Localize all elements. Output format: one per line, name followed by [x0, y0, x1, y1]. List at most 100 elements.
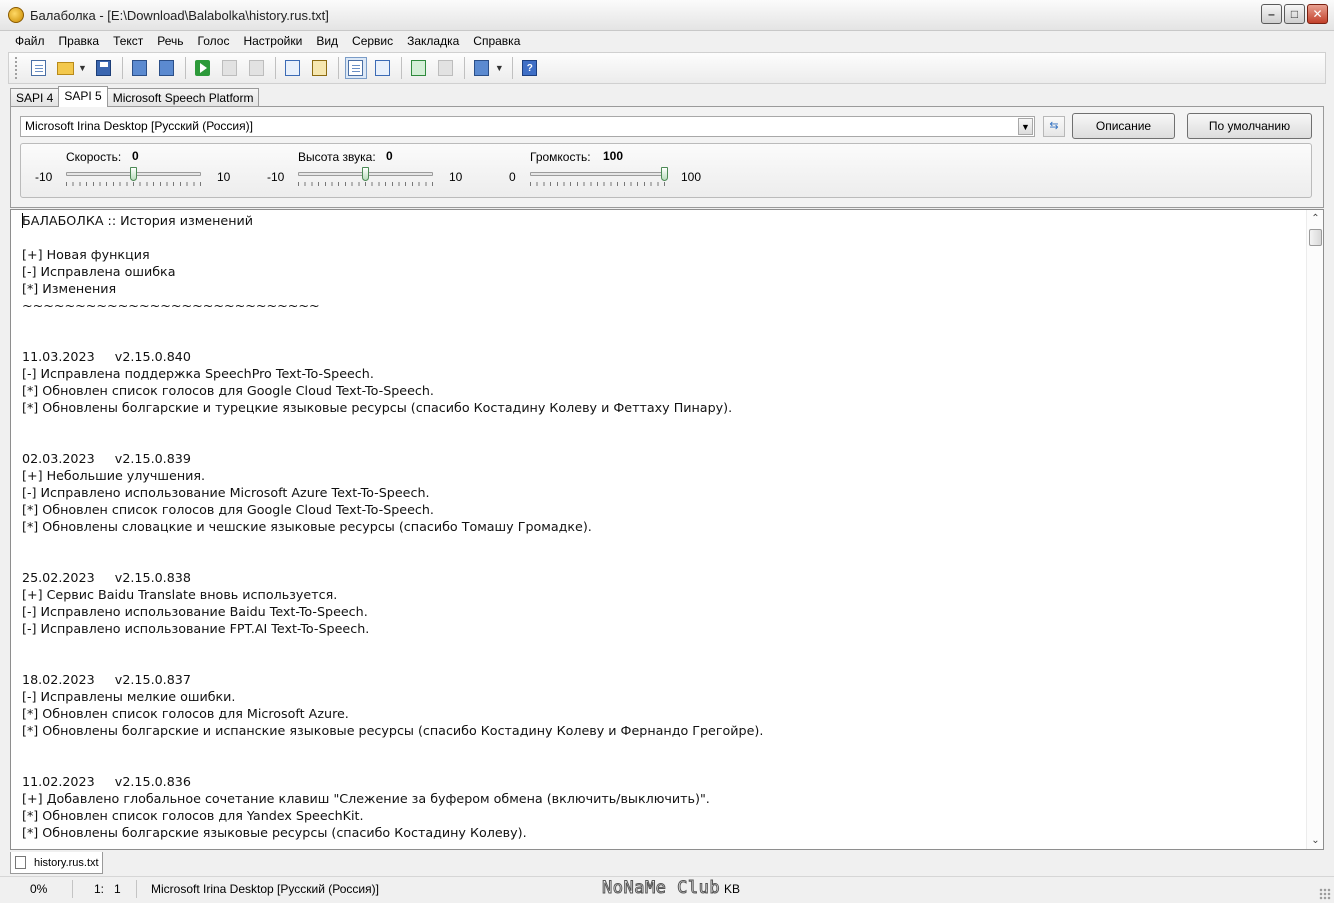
spell-check-icon [411, 60, 427, 76]
engine-tabs: SAPI 4 SAPI 5 Microsoft Speech Platform [10, 86, 260, 107]
bookmark-button[interactable] [309, 57, 331, 79]
menu-service[interactable]: Сервис [345, 31, 400, 51]
status-bar: 0% 1: 1 Microsoft Irina Desktop [Русский… [0, 876, 1334, 903]
editor-line: [*] Обновлены болгарские и турецкие язык… [22, 400, 733, 415]
minimize-button[interactable]: – [1261, 4, 1282, 24]
pause-button[interactable] [219, 57, 241, 79]
menu-settings[interactable]: Настройки [236, 31, 309, 51]
status-divider [136, 880, 137, 898]
split-button[interactable] [435, 57, 457, 79]
watermark: NoNaMe Club [601, 878, 721, 899]
convert-icon [474, 60, 490, 76]
toolbar-separator [463, 57, 465, 79]
text-file-icon [15, 856, 26, 869]
refresh-voices-button[interactable]: ⇆ [1043, 116, 1065, 137]
help-button[interactable]: ? [519, 57, 541, 79]
editor-line: 11.02.2023 v2.15.0.836 [22, 774, 191, 789]
toolbar-grip[interactable] [15, 57, 19, 79]
toolbar-separator [511, 57, 513, 79]
split-icon [438, 60, 454, 76]
scroll-down-icon[interactable]: ⌄ [1307, 832, 1323, 849]
editor-line: [-] Исправлено использование FPT.AI Text… [22, 621, 370, 636]
open-button[interactable] [54, 57, 76, 79]
menu-edit[interactable]: Правка [52, 31, 107, 51]
play-button[interactable] [192, 57, 214, 79]
properties-icon [348, 60, 364, 76]
save-audio-button[interactable] [129, 57, 151, 79]
volume-slider-track[interactable] [530, 172, 665, 176]
status-size: KB [724, 882, 741, 896]
save-icon [96, 60, 112, 76]
save-button[interactable] [93, 57, 115, 79]
rate-value: 0 [132, 149, 139, 163]
editor-line: [*] Обновлен список голосов для Google C… [22, 383, 434, 398]
tab-sapi4[interactable]: SAPI 4 [10, 88, 60, 107]
volume-max-label: 100 [681, 170, 702, 184]
spell-check-button[interactable] [408, 57, 430, 79]
clipboard-read-button[interactable] [282, 57, 304, 79]
batch-convert-button[interactable] [156, 57, 178, 79]
chevron-down-icon[interactable]: ▼ [1018, 118, 1033, 135]
menu-text[interactable]: Текст [106, 31, 150, 51]
describe-button[interactable]: Описание [1072, 113, 1175, 139]
close-button[interactable]: ✕ [1307, 4, 1328, 24]
play-icon [195, 60, 211, 76]
menu-speech[interactable]: Речь [150, 31, 190, 51]
text-editor[interactable]: БАЛАБОЛКА :: История изменений [+] Новая… [10, 209, 1324, 850]
menu-bookmark[interactable]: Закладка [400, 31, 466, 51]
open-dropdown-chevron-icon[interactable]: ▼ [78, 63, 87, 73]
editor-line: [*] Обновлен список голосов для Microsof… [22, 706, 349, 721]
voice-select[interactable]: Microsoft Irina Desktop [Русский (Россия… [20, 116, 1035, 137]
pitch-label: Высота звука: [298, 150, 376, 164]
menu-bar: Файл Правка Текст Речь Голос Настройки В… [0, 31, 1334, 51]
menu-file[interactable]: Файл [8, 31, 52, 51]
volume-value: 100 [603, 149, 624, 163]
scrollbar-thumb[interactable] [1309, 229, 1322, 246]
volume-slider-thumb[interactable] [661, 167, 668, 181]
tab-microsoft-speech-platform[interactable]: Microsoft Speech Platform [106, 88, 260, 107]
pause-icon [222, 60, 238, 76]
resize-grip-icon[interactable] [1319, 888, 1331, 900]
vertical-scrollbar[interactable]: ⌃ ⌄ [1306, 210, 1323, 849]
convert-dropdown-chevron-icon[interactable]: ▼ [495, 63, 504, 73]
document-tab[interactable]: history.rus.txt [10, 852, 103, 874]
dictionary-button[interactable] [372, 57, 394, 79]
editor-line: [-] Исправлена ошибка [22, 264, 176, 279]
window-controls: – □ ✕ [1261, 4, 1328, 24]
voice-parameters: Скорость: 0 -10 10 Высота звука: 0 -10 1… [20, 143, 1312, 198]
default-button[interactable]: По умолчанию [1187, 113, 1312, 139]
stop-button[interactable] [246, 57, 268, 79]
tab-sapi5[interactable]: SAPI 5 [58, 86, 108, 107]
volume-min-label: 0 [509, 170, 516, 184]
dictionary-icon [375, 60, 391, 76]
save-audio-icon [132, 60, 148, 76]
editor-content[interactable]: БАЛАБОЛКА :: История изменений [+] Новая… [22, 212, 1302, 841]
pitch-slider-thumb[interactable] [361, 167, 369, 181]
rate-slider-group: Скорость: 0 -10 10 [21, 144, 251, 199]
editor-line: ~~~~~~~~~~~~~~~~~~~~~~~~~~~~ [22, 298, 320, 313]
stop-icon [249, 60, 265, 76]
menu-help[interactable]: Справка [466, 31, 527, 51]
menu-view[interactable]: Вид [309, 31, 345, 51]
editor-line: [+] Сервис Baidu Translate вновь использ… [22, 587, 338, 602]
status-percent: 0% [30, 882, 48, 896]
editor-line: 02.03.2023 v2.15.0.839 [22, 451, 191, 466]
properties-button[interactable] [344, 57, 367, 79]
convert-button[interactable] [471, 57, 493, 79]
rate-slider-thumb[interactable] [129, 167, 137, 181]
toolbar-separator [121, 57, 123, 79]
toolbar: ▼ ▼ ? [8, 52, 1326, 84]
refresh-icon: ⇆ [1049, 120, 1059, 132]
editor-line: 11.03.2023 v2.15.0.840 [22, 349, 191, 364]
pitch-value: 0 [386, 149, 393, 163]
scroll-up-icon[interactable]: ⌃ [1307, 210, 1323, 227]
menu-voice[interactable]: Голос [191, 31, 237, 51]
maximize-button[interactable]: □ [1284, 4, 1305, 24]
new-document-button[interactable] [27, 57, 49, 79]
